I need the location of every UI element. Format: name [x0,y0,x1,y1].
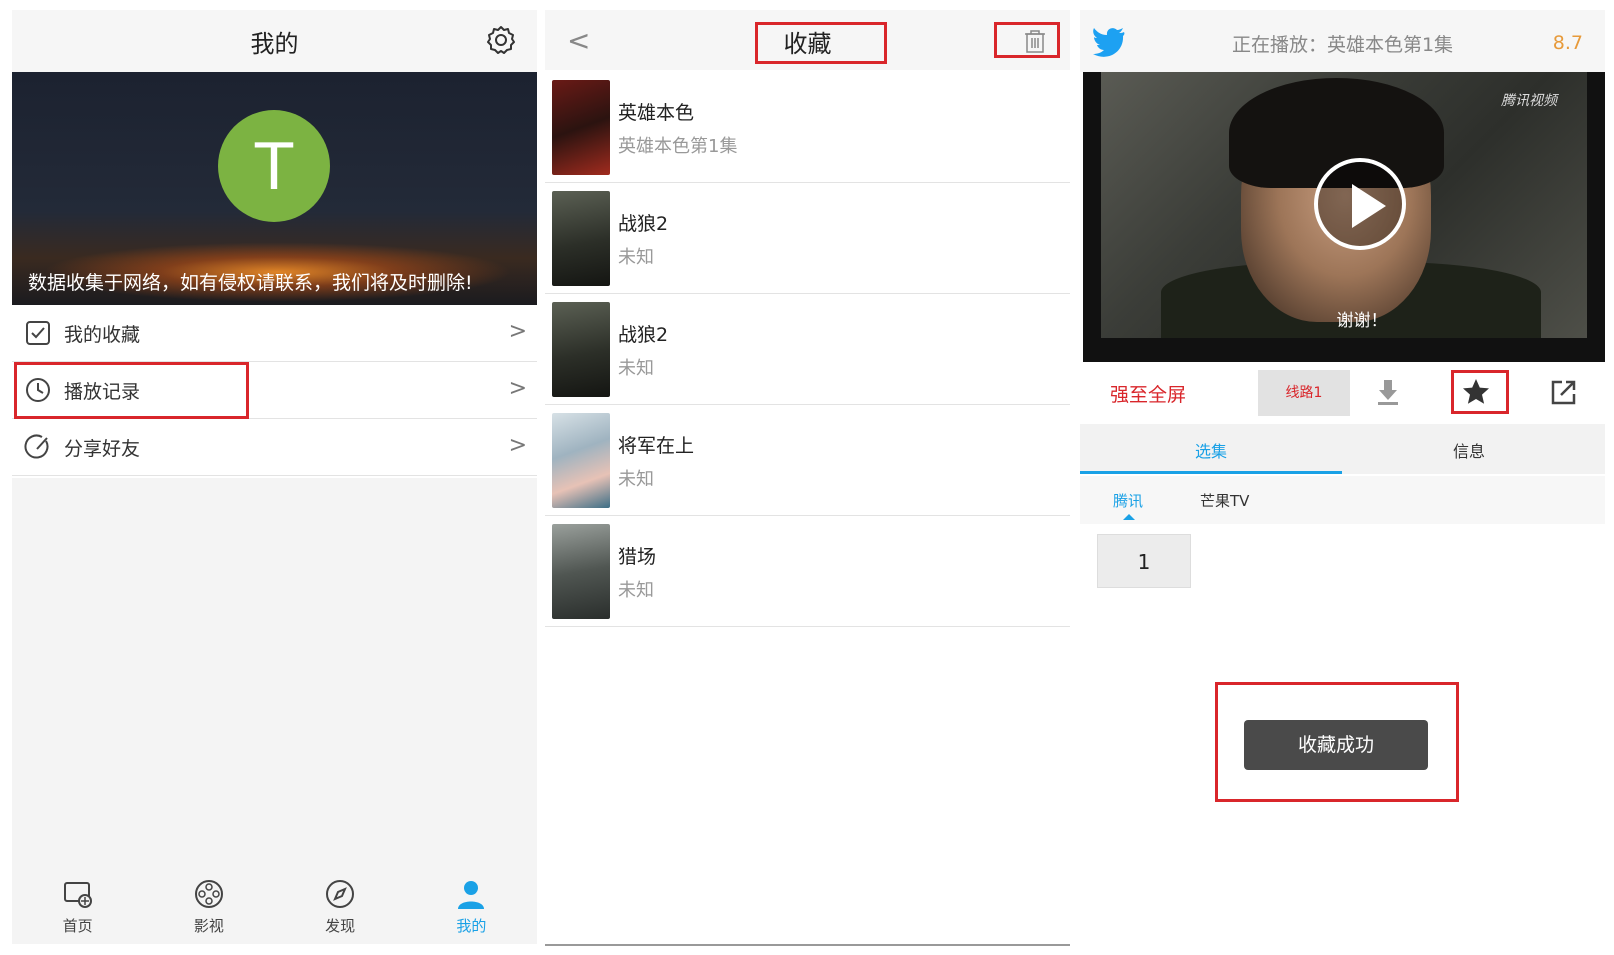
avatar[interactable]: T [218,110,330,222]
menu-label: 分享好友 [64,437,141,460]
favorites-header: < 收藏 [545,10,1070,70]
compass-icon [326,879,355,908]
tab-label: 首页 [62,916,93,935]
item-subtitle: 未知 [618,247,654,268]
player-tabs: 选集 信息 [1080,424,1605,474]
player-header: 正在播放：英雄本色第1集 8.7 [1080,10,1605,72]
play-icon [1352,184,1386,228]
divider [545,944,1070,946]
export-icon[interactable] [1548,376,1580,408]
toast-message: 收藏成功 [1244,720,1428,770]
player-panel: 正在播放：英雄本色第1集 8.7 腾讯视频 谢谢！ 强至全屏 线路1 选集 信息… [1080,0,1605,955]
list-item[interactable]: 英雄本色 英雄本色第1集 [545,72,1070,183]
poster-image [552,80,610,175]
list-item[interactable]: 战狼2 未知 [545,183,1070,294]
menu-label: 我的收藏 [64,323,141,346]
profile-panel: 我的 T 数据收集于网络，如有侵权请联系，我们将及时删除! 我的收藏 > 播放记… [12,0,537,955]
tab-mine[interactable]: 我的 [406,868,537,944]
now-playing-text: 正在播放：英雄本色第1集 [1231,34,1454,56]
item-title: 战狼2 [618,324,669,346]
profile-header: 我的 [12,10,537,72]
menu-item-favorites[interactable]: 我的收藏 > [12,305,537,362]
profile-banner: T 数据收集于网络，如有侵权请联系，我们将及时删除! [12,72,537,305]
watermark: 腾讯视频 [1501,93,1557,109]
empty-area [12,478,537,868]
item-title: 猎场 [618,546,657,568]
player-controls: 强至全屏 线路1 [1080,362,1605,424]
item-subtitle: 英雄本色第1集 [618,136,738,157]
tab-indicator [1080,471,1342,474]
menu-item-share[interactable]: 分享好友 > [12,419,537,476]
list-item[interactable]: 将军在上 未知 [545,405,1070,516]
list-item[interactable]: 战狼2 未知 [545,294,1070,405]
menu-item-history[interactable]: 播放记录 > [12,362,537,419]
disclaimer-text: 数据收集于网络，如有侵权请联系，我们将及时删除! [28,272,473,294]
poster-image [552,524,610,619]
item-subtitle: 未知 [618,580,654,601]
gear-icon[interactable] [485,24,517,56]
share-icon [24,434,49,459]
tab-videos[interactable]: 影视 [143,868,274,944]
poster-image [552,191,610,286]
menu-label: 播放记录 [64,380,141,403]
video-frame: 腾讯视频 谢谢！ [1101,72,1587,338]
item-subtitle: 未知 [618,358,654,379]
star-icon[interactable] [1460,376,1492,408]
tab-discover[interactable]: 发现 [275,868,406,944]
item-title: 战狼2 [618,213,669,235]
play-button[interactable] [1314,158,1406,250]
film-reel-icon [194,879,223,908]
chevron-right-icon: > [508,376,527,401]
caret-up-icon [1123,514,1135,520]
tab-home[interactable]: 首页 [12,868,143,944]
poster-image [552,413,610,508]
tab-label: 影视 [193,916,224,935]
item-title: 将军在上 [618,435,695,457]
source-mango[interactable]: 芒果TV [1200,490,1249,511]
tab-label: 发现 [325,916,356,935]
page-title: 我的 [250,29,299,58]
line-select-button[interactable]: 线路1 [1258,370,1350,416]
chevron-right-icon: > [508,319,527,344]
tab-label: 我的 [456,916,487,935]
user-icon [458,880,485,909]
checkbox-icon [26,321,50,345]
home-icon [63,881,92,908]
chevron-right-icon: > [508,433,527,458]
clock-icon [26,378,50,402]
poster-image [552,302,610,397]
download-icon[interactable] [1372,376,1404,408]
trash-icon[interactable] [1022,28,1048,54]
fullscreen-button[interactable]: 强至全屏 [1110,380,1186,407]
tab-episodes[interactable]: 选集 [1195,438,1227,462]
episode-button[interactable]: 1 [1097,534,1191,588]
favorites-panel: < 收藏 英雄本色 英雄本色第1集 战狼2 未知 战狼2 未知 将军在上 未知 … [545,0,1070,955]
page-title: 收藏 [783,30,832,58]
video-player[interactable]: 腾讯视频 谢谢！ [1083,72,1605,362]
item-title: 英雄本色 [618,102,695,124]
bottom-tab-bar: 首页 影视 发现 我的 [12,868,537,944]
list-item[interactable]: 猎场 未知 [545,516,1070,627]
source-tencent[interactable]: 腾讯 [1113,490,1143,511]
rating-score: 8.7 [1552,32,1583,54]
tab-info[interactable]: 信息 [1453,438,1485,462]
video-subtitle: 谢谢！ [1336,311,1388,331]
item-subtitle: 未知 [618,469,654,490]
source-selector: 腾讯 芒果TV [1080,476,1605,524]
